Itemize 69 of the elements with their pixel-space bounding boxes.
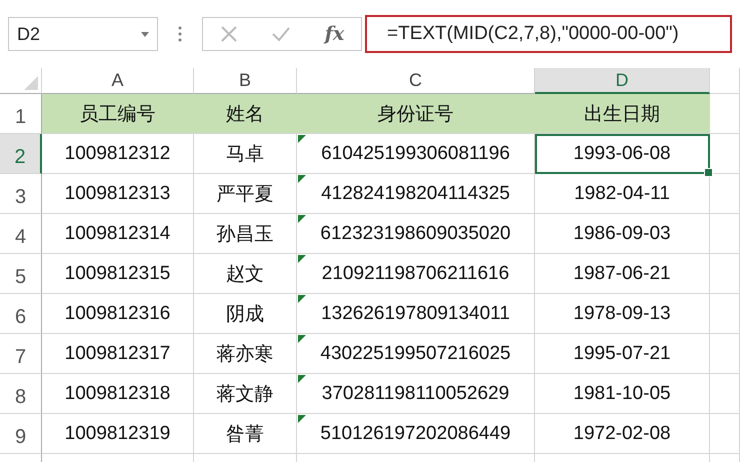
header-cell[interactable]: 姓名 <box>194 94 297 134</box>
fill-handle[interactable] <box>704 168 713 177</box>
table-cell[interactable]: 蒋亦寒 <box>194 334 297 374</box>
table-cell[interactable]: 510126197202086449 <box>297 414 535 454</box>
header-cell[interactable]: 员工编号 <box>42 94 194 134</box>
row-header[interactable]: 9 <box>0 414 42 454</box>
table-cell[interactable]: 蒋文静 <box>194 374 297 414</box>
empty-cell[interactable] <box>710 214 740 254</box>
empty-cell[interactable] <box>710 294 740 334</box>
table-cell[interactable]: 1978-09-13 <box>535 294 710 334</box>
insert-function-button[interactable]: fx <box>324 23 344 45</box>
table-cell[interactable]: 1009812318 <box>42 374 194 414</box>
table-cell[interactable]: 412824198204114325 <box>297 174 535 214</box>
table-cell[interactable]: 210921198706211616 <box>297 254 535 294</box>
check-icon[interactable] <box>271 26 292 42</box>
empty-cell[interactable] <box>710 174 740 214</box>
table-cell[interactable]: 1972-02-08 <box>535 414 710 454</box>
empty-cell[interactable] <box>710 374 740 414</box>
table-cell[interactable]: 1009812314 <box>42 214 194 254</box>
header-cell[interactable]: 身份证号 <box>297 94 535 134</box>
table-cell[interactable]: 1993-06-08 <box>535 134 710 174</box>
name-box[interactable]: D2 <box>8 17 158 51</box>
row-header[interactable]: 1 <box>0 94 42 134</box>
table-cell[interactable]: 1009812312 <box>42 134 194 174</box>
corner-triangle-icon <box>24 76 38 90</box>
empty-cell[interactable] <box>710 254 740 294</box>
table-cell[interactable]: 1987-06-21 <box>535 254 710 294</box>
row-header[interactable]: 6 <box>0 294 42 334</box>
row-header[interactable]: 8 <box>0 374 42 414</box>
table-cell[interactable]: 孙昌玉 <box>194 214 297 254</box>
table-cell[interactable]: 昝菁 <box>194 414 297 454</box>
table-cell[interactable]: 370281198110052629 <box>297 374 535 414</box>
row-header[interactable]: 7 <box>0 334 42 374</box>
column-header[interactable]: A <box>42 68 194 94</box>
table-cell[interactable]: 1009812317 <box>42 334 194 374</box>
cancel-icon[interactable] <box>220 25 238 43</box>
empty-cell[interactable] <box>710 414 740 454</box>
row-header[interactable]: 3 <box>0 174 42 214</box>
dropdown-caret-icon <box>141 32 149 36</box>
table-cell[interactable]: 610425199306081196 <box>297 134 535 174</box>
column-header[interactable]: C <box>297 68 535 94</box>
table-cell[interactable]: 1995-07-21 <box>535 334 710 374</box>
row-header[interactable]: 5 <box>0 254 42 294</box>
table-cell[interactable]: 严平夏 <box>194 174 297 214</box>
select-all-corner[interactable] <box>0 68 42 94</box>
cell-reference: D2 <box>17 24 40 44</box>
table-cell[interactable]: 马卓 <box>194 134 297 174</box>
table-cell[interactable]: 1981-10-05 <box>535 374 710 414</box>
empty-cell[interactable] <box>710 94 740 134</box>
table-cell[interactable]: 132626197809134011 <box>297 294 535 334</box>
table-cell[interactable]: 430225199507216025 <box>297 334 535 374</box>
header-cell[interactable]: 出生日期 <box>535 94 710 134</box>
table-cell[interactable]: 1009812313 <box>42 174 194 214</box>
row-header[interactable]: 2 <box>0 134 42 174</box>
table-cell[interactable]: 1986-09-03 <box>535 214 710 254</box>
column-header[interactable]: B <box>194 68 297 94</box>
table-cell[interactable]: 1009812316 <box>42 294 194 334</box>
row-header[interactable]: 4 <box>0 214 42 254</box>
empty-cell[interactable] <box>710 134 740 174</box>
table-cell[interactable]: 1009812315 <box>42 254 194 294</box>
column-header[interactable]: D <box>535 68 710 94</box>
table-cell[interactable]: 赵文 <box>194 254 297 294</box>
table-cell[interactable]: 阴成 <box>194 294 297 334</box>
table-cell[interactable]: 1982-04-11 <box>535 174 710 214</box>
table-cell[interactable]: 1009812319 <box>42 414 194 454</box>
table-cell[interactable]: 612323198609035020 <box>297 214 535 254</box>
empty-cell[interactable] <box>710 334 740 374</box>
grip-icon <box>178 26 182 42</box>
formula-field[interactable]: =TEXT(MID(C2,7,8),"0000-00-00") <box>365 15 732 53</box>
